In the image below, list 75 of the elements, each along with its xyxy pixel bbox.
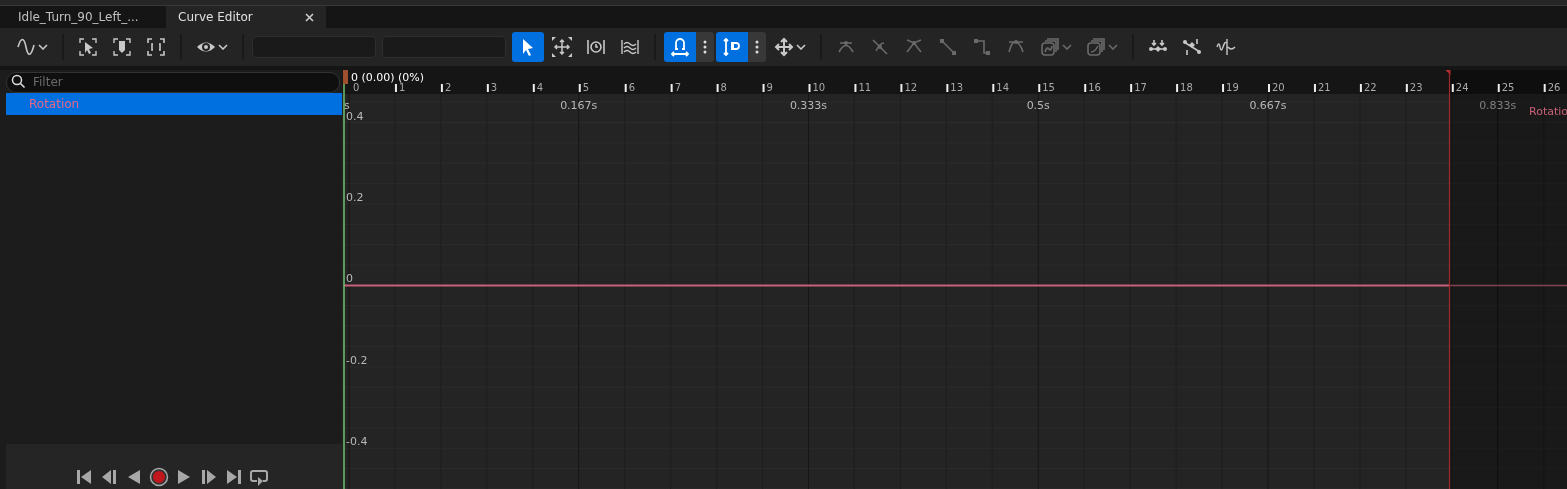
linear-icon (938, 37, 958, 57)
frame-number: 19 (1226, 82, 1239, 93)
frame-number: 14 (996, 82, 1010, 93)
frame-number: 6 (628, 82, 636, 93)
tangent-icon (870, 37, 890, 57)
options-button[interactable] (696, 32, 714, 62)
key-frame-icon (112, 37, 132, 57)
curve-name: Rotation (29, 97, 80, 111)
caret-icon (1062, 44, 1072, 50)
curve-line[interactable] (343, 284, 1567, 287)
fit-view-icon (146, 37, 166, 57)
value-label: -0.4 (346, 435, 368, 449)
time-label: 0.833s (1479, 99, 1517, 112)
more-icon (755, 40, 759, 54)
frame-number: 22 (1363, 82, 1377, 93)
transform-icon (552, 37, 572, 57)
frame-number: 13 (950, 82, 964, 93)
select-box-icon (78, 37, 98, 57)
editor-tab[interactable]: Idle_Turn_90_Left_... (6, 6, 166, 28)
frame-number: 24 (1455, 82, 1469, 93)
frame-number: 15 (1042, 82, 1055, 93)
value-label: -0.2 (346, 353, 368, 367)
playhead-label: 0 (0.00) (0%) (351, 71, 425, 84)
frame-number: 4 (536, 82, 544, 93)
frame-number: 0 (353, 82, 360, 93)
caret-icon (1108, 44, 1118, 50)
frame-number: 12 (904, 82, 918, 93)
frame-number: 7 (674, 82, 682, 93)
frame-number: 1 (398, 82, 406, 93)
frame-number: 26 (1547, 82, 1561, 93)
frame-number: 2 (444, 82, 452, 93)
time-label: 0.167s (560, 99, 598, 112)
filter-curve-icon (1216, 37, 1236, 57)
curve-layers-icon (1040, 37, 1060, 57)
value-label: 0 (346, 272, 353, 286)
frame-number: 23 (1409, 82, 1423, 93)
curve-layers-icon (1086, 37, 1106, 57)
caret-icon (218, 44, 228, 50)
options-button[interactable] (748, 32, 766, 62)
frame-number: 16 (1088, 82, 1101, 93)
straighten-icon (1182, 37, 1202, 57)
frame-number: 17 (1134, 82, 1147, 93)
caret-icon (796, 44, 806, 50)
move-icon (774, 37, 794, 57)
filter-field[interactable]: Filter (6, 71, 340, 93)
more-icon (703, 40, 707, 54)
pointer-button[interactable] (512, 32, 544, 62)
frame-number: 9 (766, 82, 773, 93)
time-label: 0.667s (1249, 99, 1287, 112)
frame-number: 25 (1501, 82, 1515, 93)
value-label: 0.2 (346, 190, 364, 204)
time-label: 0.5s (1026, 99, 1050, 112)
wave-icon (16, 37, 36, 57)
value-label: 0.4 (346, 109, 364, 123)
frame-number: 10 (812, 82, 826, 93)
frame-number: 20 (1272, 82, 1285, 93)
time-label: 0.333s (789, 99, 828, 112)
frame-number: 21 (1317, 82, 1331, 93)
loop-icon[interactable] (248, 467, 269, 487)
frame-number: 3 (490, 82, 498, 93)
frame-number: 8 (720, 82, 727, 93)
time-label: s (344, 99, 350, 112)
record-icon[interactable] (148, 467, 169, 487)
close-icon[interactable] (305, 12, 314, 22)
step-icon (972, 37, 992, 57)
caret-icon (38, 44, 48, 50)
end-range-marker[interactable] (1445, 70, 1451, 489)
playhead-marker[interactable] (343, 70, 348, 489)
frame-number: 18 (1180, 82, 1193, 93)
frame-number: 11 (858, 82, 872, 93)
editor-tab[interactable]: Curve Editor (166, 6, 326, 28)
clock-icon (586, 37, 606, 57)
curve-name-label: Rotatio (1529, 105, 1567, 118)
wave-lines-icon (620, 37, 640, 57)
frame-number: 5 (582, 82, 590, 93)
